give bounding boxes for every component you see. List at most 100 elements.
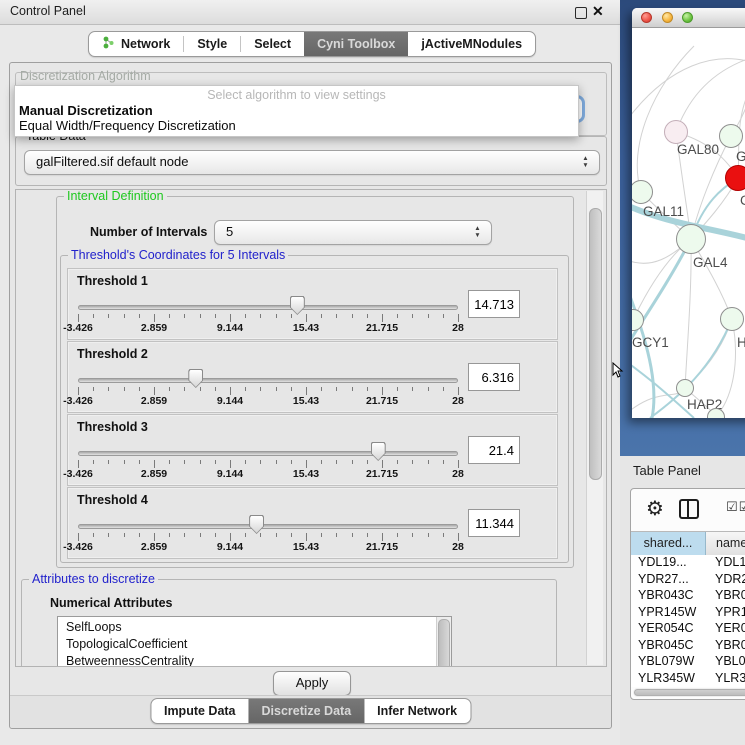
tick-label: 15.43 bbox=[284, 395, 328, 407]
tick-mark bbox=[428, 533, 429, 537]
table-horizontal-scrollbar[interactable] bbox=[633, 688, 745, 697]
close-icon[interactable]: ✕ bbox=[592, 3, 604, 20]
network-node[interactable] bbox=[676, 224, 706, 254]
table-row[interactable]: YER054CYER054C bbox=[631, 621, 745, 638]
network-node-label: C bbox=[740, 193, 745, 208]
threshold-label: Threshold 2 bbox=[77, 347, 148, 361]
slider-track[interactable] bbox=[78, 451, 458, 456]
tick-mark bbox=[291, 533, 292, 537]
table-row[interactable]: YBL079WYBL079W bbox=[631, 654, 745, 671]
threshold-value-field[interactable] bbox=[468, 290, 520, 318]
threshold-label: Threshold 1 bbox=[77, 274, 148, 288]
slider-track[interactable] bbox=[78, 305, 458, 310]
mode-tab-discretize-data[interactable]: Discretize Data bbox=[249, 699, 365, 723]
tick-mark bbox=[397, 460, 398, 464]
table-row[interactable]: YDL19...YDL19 bbox=[631, 555, 745, 572]
tab-cyni-toolbox[interactable]: Cyni Toolbox bbox=[304, 32, 408, 56]
column-header-shared-name[interactable]: shared... bbox=[631, 532, 706, 556]
network-node[interactable] bbox=[725, 165, 745, 191]
list-scrollbar-thumb[interactable] bbox=[438, 619, 450, 667]
tab-style[interactable]: Style bbox=[184, 32, 240, 56]
tab-select[interactable]: Select bbox=[241, 32, 304, 56]
table-data-combobox[interactable]: galFiltered.sif default node ▲▼ bbox=[24, 150, 600, 175]
cell-name: YDR27 bbox=[706, 572, 745, 589]
tick-mark bbox=[169, 387, 170, 391]
panel-scrollbar[interactable] bbox=[586, 191, 603, 665]
number-of-intervals-combobox[interactable]: 5 ▲▼ bbox=[214, 220, 492, 245]
attribute-list-item[interactable]: BetweennessCentrality bbox=[58, 652, 437, 667]
tick-mark bbox=[443, 387, 444, 391]
column-layout-icon[interactable] bbox=[679, 499, 699, 519]
table-row[interactable]: YBR043CYBR043C bbox=[631, 588, 745, 605]
tab-label: Style bbox=[197, 37, 227, 51]
tick-mark bbox=[230, 460, 231, 468]
mode-tab-infer-network[interactable]: Infer Network bbox=[364, 699, 470, 723]
table-row[interactable]: YDR27...YDR27 bbox=[631, 572, 745, 589]
float-window-icon[interactable] bbox=[575, 7, 587, 19]
threshold-value-field[interactable] bbox=[468, 509, 520, 537]
algorithm-option[interactable]: Equal Width/Frequency Discretization bbox=[19, 118, 236, 133]
slider-thumb[interactable] bbox=[188, 369, 203, 388]
close-traffic-light-icon[interactable] bbox=[641, 12, 652, 23]
tick-label: -3.426 bbox=[56, 322, 100, 334]
tick-mark bbox=[154, 387, 155, 395]
slider-thumb[interactable] bbox=[290, 296, 305, 315]
table-row[interactable]: YLR345WYLR345W bbox=[631, 671, 745, 688]
tick-mark bbox=[200, 460, 201, 464]
zoom-traffic-light-icon[interactable] bbox=[682, 12, 693, 23]
slider-thumb[interactable] bbox=[249, 515, 264, 534]
table-row[interactable]: YBR045CYBR045C bbox=[631, 638, 745, 655]
tick-mark bbox=[215, 387, 216, 391]
tick-mark bbox=[260, 460, 261, 464]
settings-gear-icon[interactable]: ⚙ bbox=[646, 496, 664, 520]
tick-mark bbox=[93, 387, 94, 391]
tick-mark bbox=[124, 387, 125, 391]
tick-mark bbox=[458, 460, 459, 468]
apply-button[interactable]: Apply bbox=[273, 671, 351, 696]
cell-shared-name: YER054C bbox=[631, 621, 706, 638]
combo-stepper-icon: ▲▼ bbox=[581, 155, 590, 170]
minimize-traffic-light-icon[interactable] bbox=[662, 12, 673, 23]
tab-jactivemnodules[interactable]: jActiveMNodules bbox=[408, 32, 535, 56]
numerical-attributes-list[interactable]: SelfLoopsTopologicalCoefficientBetweenne… bbox=[57, 616, 452, 667]
slider-track[interactable] bbox=[78, 524, 458, 529]
cell-name: YBR043C bbox=[706, 588, 745, 605]
list-scrollbar[interactable] bbox=[436, 617, 451, 667]
network-node[interactable] bbox=[719, 124, 743, 148]
tick-label: 15.43 bbox=[284, 322, 328, 334]
panel-scrollbar-thumb[interactable] bbox=[589, 208, 602, 480]
network-node[interactable] bbox=[676, 379, 694, 397]
thresholds-group-label: Threshold's Coordinates for 5 Intervals bbox=[68, 248, 288, 262]
table-row[interactable]: YPR145WYPR145W bbox=[631, 605, 745, 622]
slider-track[interactable] bbox=[78, 378, 458, 383]
threshold-value-field[interactable] bbox=[468, 436, 520, 464]
network-node-label: GAL4 bbox=[693, 255, 728, 270]
tick-label: 15.43 bbox=[284, 541, 328, 553]
select-columns-checkbox-icons[interactable]: ☑☑ bbox=[726, 500, 745, 515]
slider-thumb[interactable] bbox=[371, 442, 386, 461]
network-node[interactable] bbox=[720, 307, 744, 331]
network-node[interactable] bbox=[664, 120, 688, 144]
column-header-name[interactable]: name bbox=[706, 532, 745, 556]
tick-mark bbox=[412, 533, 413, 537]
tab-network[interactable]: Network bbox=[89, 32, 183, 56]
cell-shared-name: YDL19... bbox=[631, 555, 706, 572]
tick-mark bbox=[458, 533, 459, 541]
network-window-titlebar bbox=[632, 8, 745, 28]
attribute-list-item[interactable]: SelfLoops bbox=[58, 618, 437, 635]
mode-tab-impute-data[interactable]: Impute Data bbox=[151, 699, 249, 723]
tick-mark bbox=[412, 460, 413, 464]
tick-mark bbox=[215, 460, 216, 464]
threshold-value-field[interactable] bbox=[468, 363, 520, 391]
tick-label: 2.859 bbox=[132, 322, 176, 334]
slider-thumb-face bbox=[372, 443, 385, 460]
table-hscrollbar-thumb[interactable] bbox=[634, 689, 745, 696]
tab-label: Cyni Toolbox bbox=[317, 37, 395, 51]
attribute-list-item[interactable]: TopologicalCoefficient bbox=[58, 635, 437, 652]
tick-mark bbox=[336, 533, 337, 537]
network-canvas[interactable]: GAL80GACGAL11GAL4GCY1HHAP2 bbox=[632, 28, 745, 418]
algorithm-option[interactable]: Manual Discretization bbox=[19, 103, 153, 118]
tick-mark bbox=[93, 314, 94, 318]
mouse-cursor bbox=[612, 362, 624, 378]
tick-label: 28 bbox=[436, 395, 480, 407]
